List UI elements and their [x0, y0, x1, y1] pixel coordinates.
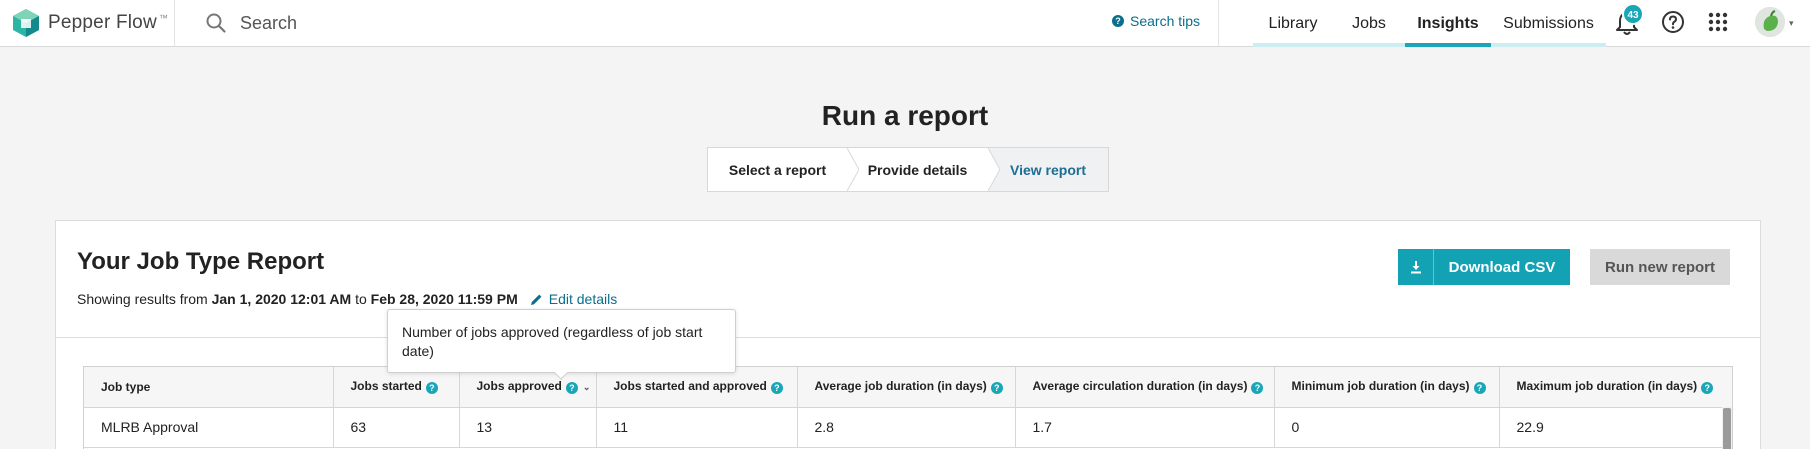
- step-label: View report: [1010, 161, 1086, 178]
- step-separator: [847, 148, 859, 191]
- col-header-max-job-duration[interactable]: Maximum job duration (in days)?: [1499, 367, 1732, 408]
- app-logo[interactable]: Pepper Flow ™: [12, 8, 168, 38]
- nav-library[interactable]: Library: [1253, 0, 1333, 47]
- download-icon: [1398, 249, 1434, 285]
- nav-submissions[interactable]: Submissions: [1491, 0, 1606, 47]
- col-header-avg-job-duration[interactable]: Average job duration (in days)?: [797, 367, 1016, 408]
- notification-count-badge: 43: [1622, 3, 1644, 25]
- col-header-job-type[interactable]: Job type: [84, 367, 334, 408]
- nav-insights[interactable]: Insights: [1405, 0, 1491, 47]
- step-provide-details[interactable]: Provide details: [847, 148, 1000, 191]
- edit-details-label: Edit details: [548, 291, 618, 307]
- divider: [1218, 0, 1219, 46]
- pepper-logo-icon: [13, 9, 39, 37]
- col-header-jobs-started[interactable]: Jobs started?: [333, 367, 460, 408]
- download-csv-button[interactable]: Download CSV: [1398, 249, 1570, 285]
- help-icon[interactable]: ?: [565, 382, 578, 395]
- tooltip-arrow: [554, 372, 568, 380]
- step-view-report[interactable]: View report: [988, 148, 1108, 191]
- report-table: Job type Jobs started? Jobs approved? ⌄ J…: [83, 366, 1733, 449]
- col-label: Maximum job duration (in days): [1516, 379, 1698, 394]
- search-tips-label: Search tips: [1130, 13, 1201, 29]
- col-label: Jobs started and approved: [613, 379, 767, 394]
- help-circle-icon[interactable]: [1661, 10, 1685, 34]
- search-icon: [206, 13, 226, 33]
- col-label: Jobs approved: [476, 379, 562, 394]
- help-icon[interactable]: ?: [1473, 382, 1486, 395]
- cell-jobs-started: 63: [333, 407, 460, 448]
- help-icon[interactable]: ?: [425, 382, 438, 395]
- chevron-down-icon[interactable]: ▾: [1789, 18, 1794, 29]
- cell-avg-circulation-duration: 1.7: [1015, 407, 1275, 448]
- col-label: Average job duration (in days): [814, 379, 987, 394]
- report-title: Your Job Type Report: [77, 248, 325, 275]
- col-header-jobs-started-approved[interactable]: Jobs started and approved?: [596, 367, 798, 408]
- apps-grid-icon[interactable]: [1708, 12, 1728, 32]
- cell-jobs-started-approved: 11: [596, 407, 798, 448]
- scroll-thumb[interactable]: [1723, 408, 1731, 449]
- app-name: Pepper Flow ™: [48, 12, 169, 33]
- help-icon[interactable]: ?: [770, 382, 783, 395]
- col-header-jobs-approved[interactable]: Jobs approved? ⌄: [459, 367, 597, 408]
- report-date-range: Showing results from Jan 1, 2020 12:01 A…: [77, 291, 617, 307]
- step-label: Select a report: [728, 161, 827, 178]
- wizard-steps: Select a report Provide details View rep…: [707, 147, 1109, 192]
- edit-details-link[interactable]: Edit details: [530, 291, 617, 307]
- date-to: Feb 28, 2020 11:59 PM: [370, 291, 518, 307]
- divider: [174, 0, 175, 46]
- col-label: Job type: [101, 379, 151, 394]
- help-icon: ?: [1112, 15, 1124, 27]
- search-input[interactable]: [240, 10, 840, 36]
- step-select-report[interactable]: Select a report: [708, 148, 859, 191]
- search-tips-link[interactable]: ? Search tips: [1112, 13, 1200, 29]
- showing-prefix: Showing results from: [77, 291, 208, 307]
- cell-min-job-duration: 0: [1274, 407, 1500, 448]
- report-card: Your Job Type Report Showing results fro…: [55, 220, 1761, 449]
- col-header-min-job-duration[interactable]: Minimum job duration (in days)?: [1274, 367, 1500, 408]
- chevron-down-icon[interactable]: ⌄: [583, 382, 591, 393]
- nav-jobs[interactable]: Jobs: [1333, 0, 1405, 47]
- cell-avg-job-duration: 2.8: [797, 407, 1016, 448]
- step-separator: [988, 148, 1000, 191]
- help-icon[interactable]: ?: [1701, 382, 1714, 395]
- cell-job-type: MLRB Approval: [84, 407, 334, 448]
- pencil-icon: [530, 294, 542, 305]
- page-title: Run a report: [821, 100, 989, 131]
- date-from: Jan 1, 2020 12:01 AM: [211, 291, 352, 307]
- cell-max-job-duration: 22.9: [1499, 407, 1732, 448]
- user-avatar[interactable]: [1755, 7, 1785, 37]
- table-scrollbar[interactable]: [1722, 407, 1732, 449]
- avatar-pepper-icon: [1755, 7, 1785, 37]
- col-label: Average circulation duration (in days): [1032, 379, 1248, 394]
- top-bar: Pepper Flow™ ? Search tips Library Jobs …: [0, 0, 1810, 47]
- step-label: Provide details: [867, 161, 968, 178]
- help-icon[interactable]: ?: [1251, 382, 1264, 395]
- download-csv-label: Download CSV: [1448, 258, 1556, 276]
- cell-jobs-approved: 13: [459, 407, 597, 448]
- col-label: Jobs started: [350, 379, 422, 394]
- main-nav: Library Jobs Insights Submissions: [1253, 0, 1606, 47]
- jobs-approved-tooltip: Number of jobs approved (regardless of j…: [387, 309, 736, 373]
- run-new-report-button[interactable]: Run new report: [1590, 249, 1730, 285]
- help-icon[interactable]: ?: [990, 382, 1003, 395]
- divider: [56, 337, 1760, 338]
- table-header-row: Job type Jobs started? Jobs approved? ⌄ J…: [84, 367, 1732, 408]
- to-word: to: [355, 291, 367, 307]
- col-label: Minimum job duration (in days): [1291, 379, 1470, 394]
- col-header-avg-circulation-duration[interactable]: Average circulation duration (in days)?: [1015, 367, 1275, 408]
- table-row: MLRB Approval 63 13 11 2.8 1.7 0 22.9: [84, 407, 1732, 448]
- trademark: ™: [158, 12, 169, 23]
